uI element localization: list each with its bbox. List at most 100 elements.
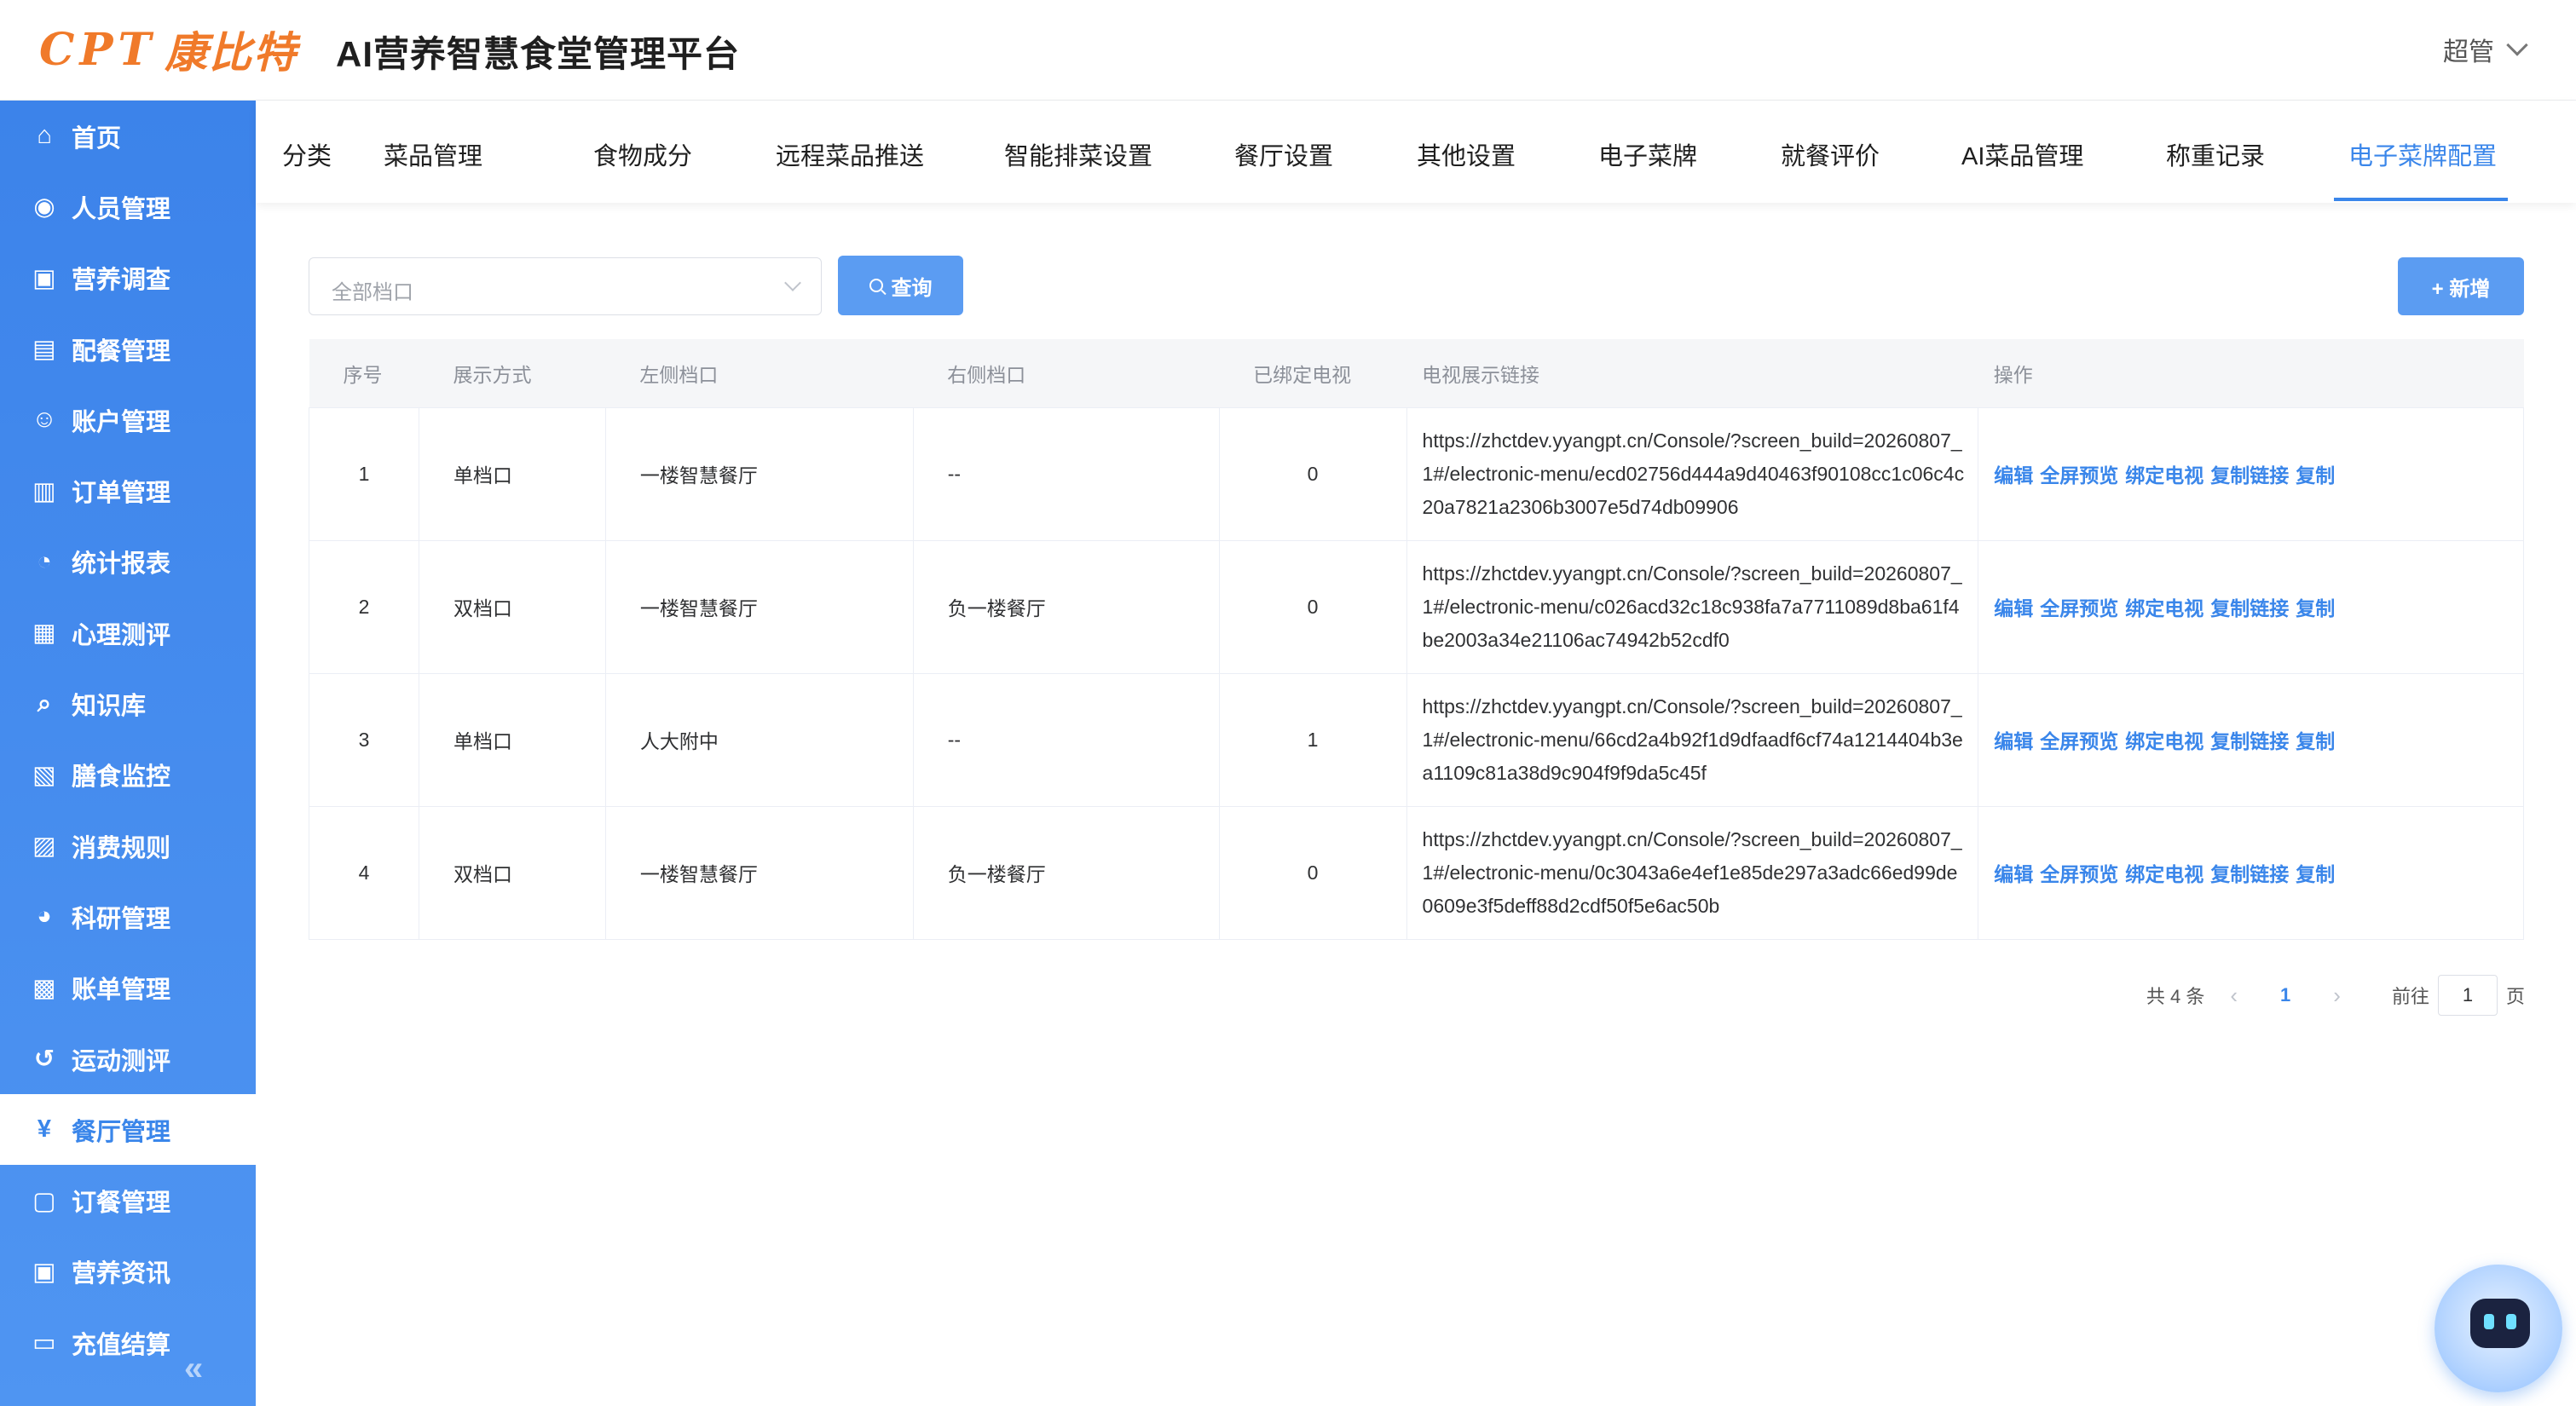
cell-no: 3 <box>309 672 419 807</box>
app-title: AI营养智慧食堂管理平台 <box>336 34 741 74</box>
next-page-icon[interactable]: › <box>2333 982 2341 1009</box>
tab-ai-dish-management[interactable]: AI菜品管理 <box>1961 136 2083 172</box>
order-icon: ▥ <box>32 477 56 505</box>
total-count: 共 4 条 <box>2146 986 2205 1007</box>
chevron-down-icon <box>2506 34 2528 56</box>
sidebar-item[interactable]: ⌕ 知识库 <box>0 668 256 739</box>
page-number[interactable]: 1 <box>2280 984 2290 1006</box>
ai-assistant-button[interactable] <box>2434 1265 2562 1392</box>
cell-no: 1 <box>309 406 419 541</box>
copy-link-link[interactable]: 复制链接 <box>2210 730 2289 752</box>
cell-right-stall: -- <box>912 406 1220 541</box>
bill-icon: ▩ <box>32 974 56 1002</box>
cell-left-stall: 人大附中 <box>604 672 914 807</box>
tab-restaurant-settings[interactable]: 餐厅设置 <box>1234 136 1333 172</box>
prev-page-icon[interactable]: ‹ <box>2230 982 2238 1009</box>
sidebar-item-label: 订单管理 <box>72 480 171 508</box>
cell-bound-tv: 0 <box>1218 805 1407 940</box>
bind-tv-link[interactable]: 绑定电视 <box>2125 597 2203 619</box>
copy-row-link[interactable]: 复制 <box>2296 730 2335 752</box>
tab-other-settings[interactable]: 其他设置 <box>1417 136 1516 172</box>
sidebar-item[interactable]: ▣ 营养调查 <box>0 243 256 314</box>
sidebar-item[interactable]: ▣ 营养资讯 <box>0 1236 256 1307</box>
bind-tv-link[interactable]: 绑定电视 <box>2125 863 2203 885</box>
knowledge-icon: ⌕ <box>37 689 52 717</box>
collapse-sidebar-icon[interactable]: « <box>184 1350 203 1388</box>
tab-food-composition[interactable]: 食物成分 <box>593 136 692 172</box>
sidebar-item-label: 营养资讯 <box>72 1260 171 1288</box>
user-name: 超管 <box>2443 38 2494 66</box>
goto-page-input[interactable]: 1 <box>2437 975 2498 1016</box>
copy-row-link[interactable]: 复制 <box>2296 597 2335 619</box>
sidebar-item[interactable]: ▨ 消费规则 <box>0 810 256 881</box>
edit-link[interactable]: 编辑 <box>1994 730 2033 752</box>
copy-link-link[interactable]: 复制链接 <box>2210 863 2289 885</box>
search-icon <box>869 279 883 292</box>
bind-tv-link[interactable]: 绑定电视 <box>2125 730 2203 752</box>
query-button[interactable]: 查询 <box>838 256 963 315</box>
edit-link[interactable]: 编辑 <box>1994 597 2033 619</box>
sidebar-item[interactable]: ▢ 订餐管理 <box>0 1165 256 1236</box>
tab-electronic-menu-config[interactable]: 电子菜牌配置 <box>2348 136 2497 172</box>
user-menu[interactable]: 超管 <box>2443 31 2528 68</box>
sidebar-item[interactable]: ↺ 运动测评 <box>0 1023 256 1094</box>
pie-chart-icon: ◔ <box>37 547 52 575</box>
fullscreen-preview-link[interactable]: 全屏预览 <box>2040 730 2118 752</box>
add-button[interactable]: + 新增 <box>2398 257 2524 315</box>
people-icon: ◉ <box>33 193 55 222</box>
fullscreen-preview-link[interactable]: 全屏预览 <box>2040 863 2118 885</box>
tab-dish-management[interactable]: 菜品管理 <box>384 136 482 172</box>
copy-row-link[interactable]: 复制 <box>2296 464 2335 487</box>
cell-right-stall: -- <box>912 672 1220 807</box>
stall-filter-select[interactable]: 全部档口 <box>309 257 822 315</box>
tab-electronic-menu[interactable]: 电子菜牌 <box>1598 136 1697 172</box>
col-header-mode: 展示方式 <box>419 339 606 408</box>
sidebar-item-label: 营养调查 <box>72 267 171 295</box>
sidebar-item[interactable]: ▤ 配餐管理 <box>0 314 256 384</box>
pagination: 共 4 条 ‹ 1 › 前往 1 页 <box>2146 975 2525 1016</box>
edit-link[interactable]: 编辑 <box>1994 863 2033 885</box>
sidebar-item[interactable]: ▦ 心理测评 <box>0 597 256 668</box>
tab-remote-dish-push[interactable]: 远程菜品推送 <box>776 136 924 172</box>
sidebar: ⌂ 首页 ◉ 人员管理 ▣ 营养调查 ▤ 配餐管理 ☺ 账户管理 ▥ 订单管理 ◔ 统计报表 ▦ 心理测评 ⌕ 知… <box>0 101 256 1406</box>
tab-weighing-records[interactable]: 称重记录 <box>2166 136 2265 172</box>
sidebar-item-label: 统计报表 <box>72 550 171 579</box>
tab-dining-evaluation[interactable]: 就餐评价 <box>1781 136 1880 172</box>
stall-filter-placeholder: 全部档口 <box>332 281 413 304</box>
sidebar-item[interactable]: ◉ 人员管理 <box>0 171 256 242</box>
fullscreen-preview-link[interactable]: 全屏预览 <box>2040 597 2118 619</box>
sidebar-item[interactable]: ⌂ 首页 <box>0 101 256 171</box>
sidebar-item[interactable]: ▧ 膳食监控 <box>0 740 256 810</box>
logo-brand-name: 康比特 <box>165 28 298 78</box>
copy-link-link[interactable]: 复制链接 <box>2210 597 2289 619</box>
sidebar-item[interactable]: ¥ 餐厅管理 <box>0 1094 256 1166</box>
tab-category[interactable]: 分类 <box>282 136 332 172</box>
sidebar-item[interactable]: ▩ 账单管理 <box>0 953 256 1023</box>
cell-right-stall: 负一楼餐厅 <box>912 805 1220 940</box>
cell-mode: 双档口 <box>418 539 606 674</box>
col-header-tv-link: 电视展示链接 <box>1406 339 1978 408</box>
sidebar-item-label: 订餐管理 <box>72 1190 171 1218</box>
sidebar-item[interactable]: ☺ 账户管理 <box>0 384 256 455</box>
col-header-no: 序号 <box>309 339 419 408</box>
cell-tv-link: https://zhctdev.yyangpt.cn/Console/?scre… <box>1406 406 1979 541</box>
cell-bound-tv: 0 <box>1218 539 1407 674</box>
copy-link-link[interactable]: 复制链接 <box>2210 464 2289 487</box>
sidebar-item[interactable]: ◔ 统计报表 <box>0 527 256 597</box>
bind-tv-link[interactable]: 绑定电视 <box>2125 464 2203 487</box>
menu-config-table: 序号 展示方式 左侧档口 右侧档口 已绑定电视 电视展示链接 操作 1 单档口 一楼… <box>309 339 2524 940</box>
edit-link[interactable]: 编辑 <box>1994 464 2033 487</box>
fullscreen-preview-link[interactable]: 全屏预览 <box>2040 464 2118 487</box>
col-header-actions: 操作 <box>1978 339 2524 408</box>
tab-smart-menu-settings[interactable]: 智能排菜设置 <box>1004 136 1152 172</box>
robot-icon <box>2470 1299 2530 1348</box>
sidebar-item-label: 消费规则 <box>72 834 171 862</box>
sidebar-item-label: 运动测评 <box>72 1047 171 1075</box>
copy-row-link[interactable]: 复制 <box>2296 863 2335 885</box>
cell-left-stall: 一楼智慧餐厅 <box>604 805 914 940</box>
sidebar-item[interactable]: ▥ 订单管理 <box>0 455 256 526</box>
sidebar-item[interactable]: ◕ 科研管理 <box>0 881 256 952</box>
sidebar-item-label: 知识库 <box>72 693 147 721</box>
sidebar-item[interactable]: ▭ 充值结算 <box>0 1307 256 1378</box>
col-header-left-stall: 左侧档口 <box>605 339 914 408</box>
